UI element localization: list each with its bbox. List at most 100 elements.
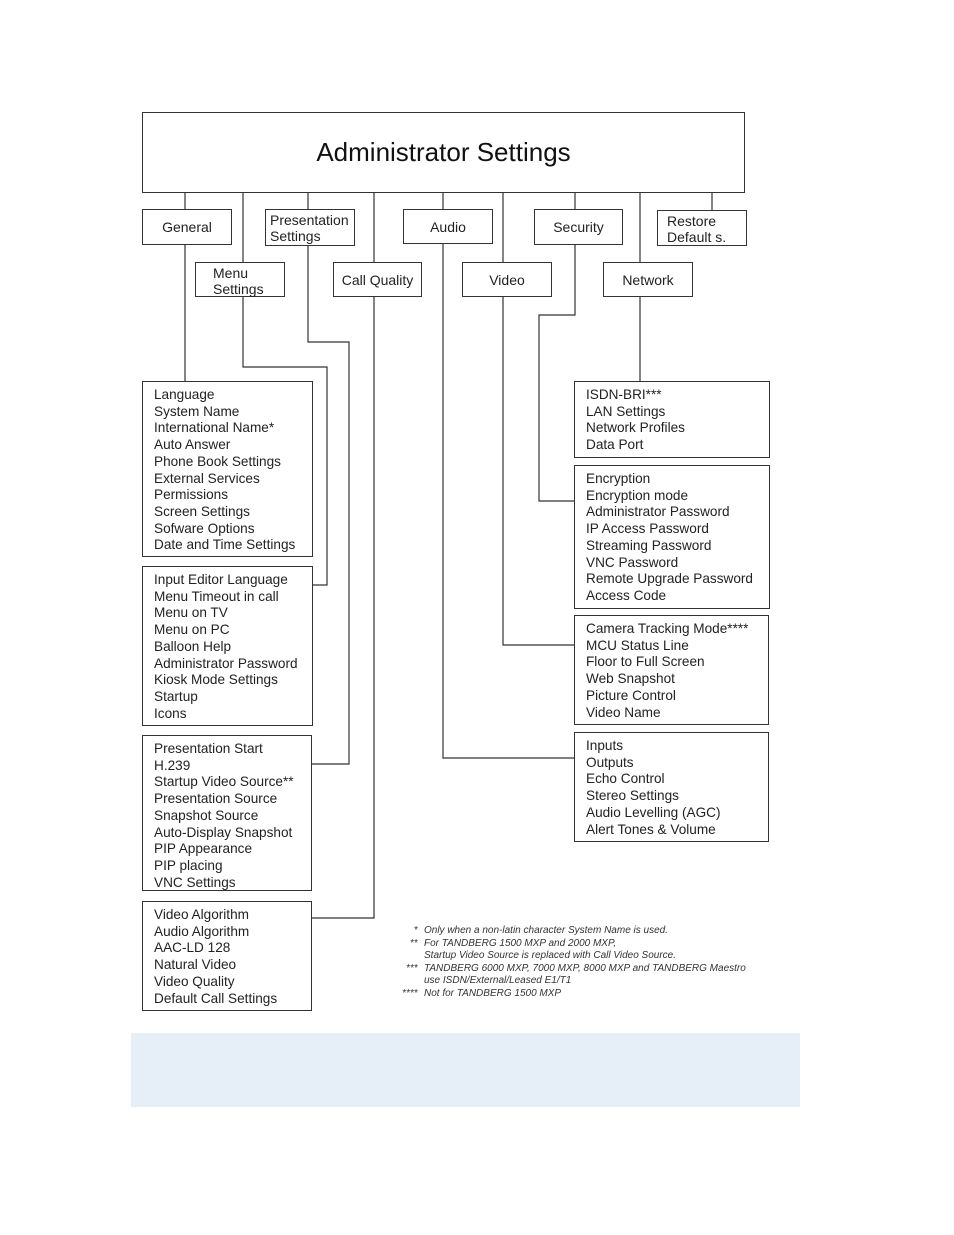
list-item: International Name* [154, 420, 275, 436]
footnote-text: Only when a non-latin character System N… [424, 925, 668, 936]
list-item: Input Editor Language [154, 572, 288, 587]
list-item: PIP Appearance [154, 841, 253, 857]
list-item: ISDN-BRI*** [586, 387, 662, 402]
list-item: Camera Tracking Mode**** [586, 621, 749, 636]
category-menu-settings: Menu Settings [195, 262, 285, 297]
category-label: Presentation [270, 212, 349, 228]
list-item: VNC Password [586, 554, 679, 570]
list-item: Picture Control [586, 687, 676, 703]
info-banner [131, 1033, 800, 1107]
list-item: Inputs [586, 738, 624, 753]
list-item: Network Profiles [586, 420, 685, 436]
title-box: Administrator Settings [142, 112, 745, 193]
list-item: Audio Algorithm [154, 923, 250, 939]
diagram-title: Administrator Settings [316, 137, 571, 167]
list-item: Sofware Options [154, 520, 255, 536]
list-item: Auto-Display Snapshot [154, 824, 293, 840]
list-audio: Inputs Outputs Echo Control Stereo Settings… [574, 732, 769, 842]
list-item: Natural Video [154, 957, 237, 973]
category-audio: Audio [403, 209, 493, 244]
list-item: Default Call Settings [154, 990, 278, 1006]
footnote: *** TANDBERG 6000 MXP, 7000 MXP, 8000 MXP… [398, 963, 746, 976]
list-item: Administrator Password [154, 655, 298, 671]
list-item: PIP placing [154, 857, 223, 873]
category-label: Menu [213, 265, 249, 281]
list-call-quality: Video Algorithm Audio Algorithm AAC-LD 128… [142, 901, 312, 1011]
list-item: Date and Time Settings [154, 537, 296, 553]
list-item: Administrator Password [586, 504, 730, 520]
list-item: Audio Levelling (AGC) [586, 804, 721, 820]
list-security: Encryption Encryption mode Administrator P… [574, 465, 770, 609]
list-menu-settings: Input Editor Language Menu Timeout in cal… [142, 566, 313, 726]
footnote-text: use ISDN/External/Leased E1/T1 [424, 975, 572, 986]
footnote: ** For TANDBERG 1500 MXP and 2000 MXP, [398, 938, 746, 951]
category-presentation-settings: Presentation Settings [265, 209, 355, 246]
list-item: Balloon Help [154, 638, 232, 654]
list-item: Outputs [586, 754, 634, 770]
list-item: Streaming Password [586, 537, 712, 553]
category-label: Settings [213, 281, 264, 297]
category-call-quality: Call Quality [333, 262, 422, 297]
list-item: External Services [154, 470, 260, 486]
list-item: Presentation Source [154, 791, 278, 807]
list-item: LAN Settings [586, 403, 666, 419]
category-label: Video [489, 271, 525, 288]
footnote-mark: * [414, 925, 418, 936]
list-item: Access Code [586, 587, 667, 603]
footnote-mark: ** [410, 937, 418, 949]
list-general: Language System Name International Name* Au… [142, 381, 313, 557]
list-item: Menu Timeout in call [154, 588, 279, 604]
footnote: Startup Video Source is replaced with Ca… [398, 950, 746, 963]
list-item: Encryption mode [586, 487, 689, 503]
list-item: Screen Settings [154, 503, 250, 519]
list-item: Menu on TV [154, 605, 228, 621]
list-item: MCU Status Line [586, 637, 689, 653]
category-network: Network [603, 262, 693, 297]
list-item: Auto Answer [154, 437, 231, 453]
list-item: Remote Upgrade Password [586, 571, 753, 587]
category-label: Audio [430, 218, 466, 235]
category-general: General [142, 209, 232, 245]
list-item: Video Name [586, 704, 661, 720]
category-label: Settings [270, 228, 321, 244]
list-item: Video Quality [154, 973, 235, 989]
footnote-mark: *** [406, 962, 418, 974]
footnote-text: Not for TANDBERG 1500 MXP [424, 987, 562, 999]
list-item: Echo Control [586, 771, 665, 787]
list-item: Startup [154, 688, 198, 704]
list-item: Stereo Settings [586, 788, 679, 804]
list-item: Web Snapshot [586, 671, 675, 687]
footnote-text: Startup Video Source is replaced with Ca… [424, 950, 676, 961]
footnote-text: TANDBERG 6000 MXP, 7000 MXP, 8000 MXP an… [424, 962, 746, 974]
footnote: **** Not for TANDBERG 1500 MXP [398, 988, 746, 1001]
footnote-mark [398, 950, 424, 963]
footnote: * Only when a non-latin character System … [398, 925, 746, 938]
category-restore-defaults: Restore Default s. [657, 210, 747, 246]
footnote-mark [398, 975, 424, 988]
category-label: Default s. [667, 229, 727, 245]
list-item: Phone Book Settings [154, 453, 281, 469]
list-item: System Name [154, 403, 240, 419]
list-item: Startup Video Source** [154, 774, 294, 790]
category-label: Network [622, 271, 674, 288]
list-item: VNC Settings [154, 874, 236, 890]
category-security: Security [534, 209, 623, 245]
list-item: Presentation Start [154, 741, 263, 756]
category-label: Call Quality [341, 271, 414, 288]
list-item: IP Access Password [586, 521, 709, 537]
category-label: Security [553, 219, 604, 235]
list-item: Data Port [586, 437, 644, 453]
list-item: Kiosk Mode Settings [154, 672, 278, 688]
list-item: Language [154, 387, 215, 402]
footnote-text: For TANDBERG 1500 MXP and 2000 MXP, [424, 937, 617, 949]
list-item: Encryption [586, 471, 651, 486]
list-presentation-settings: Presentation Start H.239 Startup Video Sou… [142, 735, 312, 891]
list-item: Snapshot Source [154, 807, 259, 823]
list-item: Floor to Full Screen [586, 654, 705, 670]
category-video: Video [462, 262, 552, 297]
footnote: use ISDN/External/Leased E1/T1 [398, 975, 746, 988]
list-item: H.239 [154, 757, 191, 773]
category-label: Restore [667, 213, 717, 229]
list-item: Icons [154, 705, 187, 721]
category-label: General [162, 219, 212, 235]
